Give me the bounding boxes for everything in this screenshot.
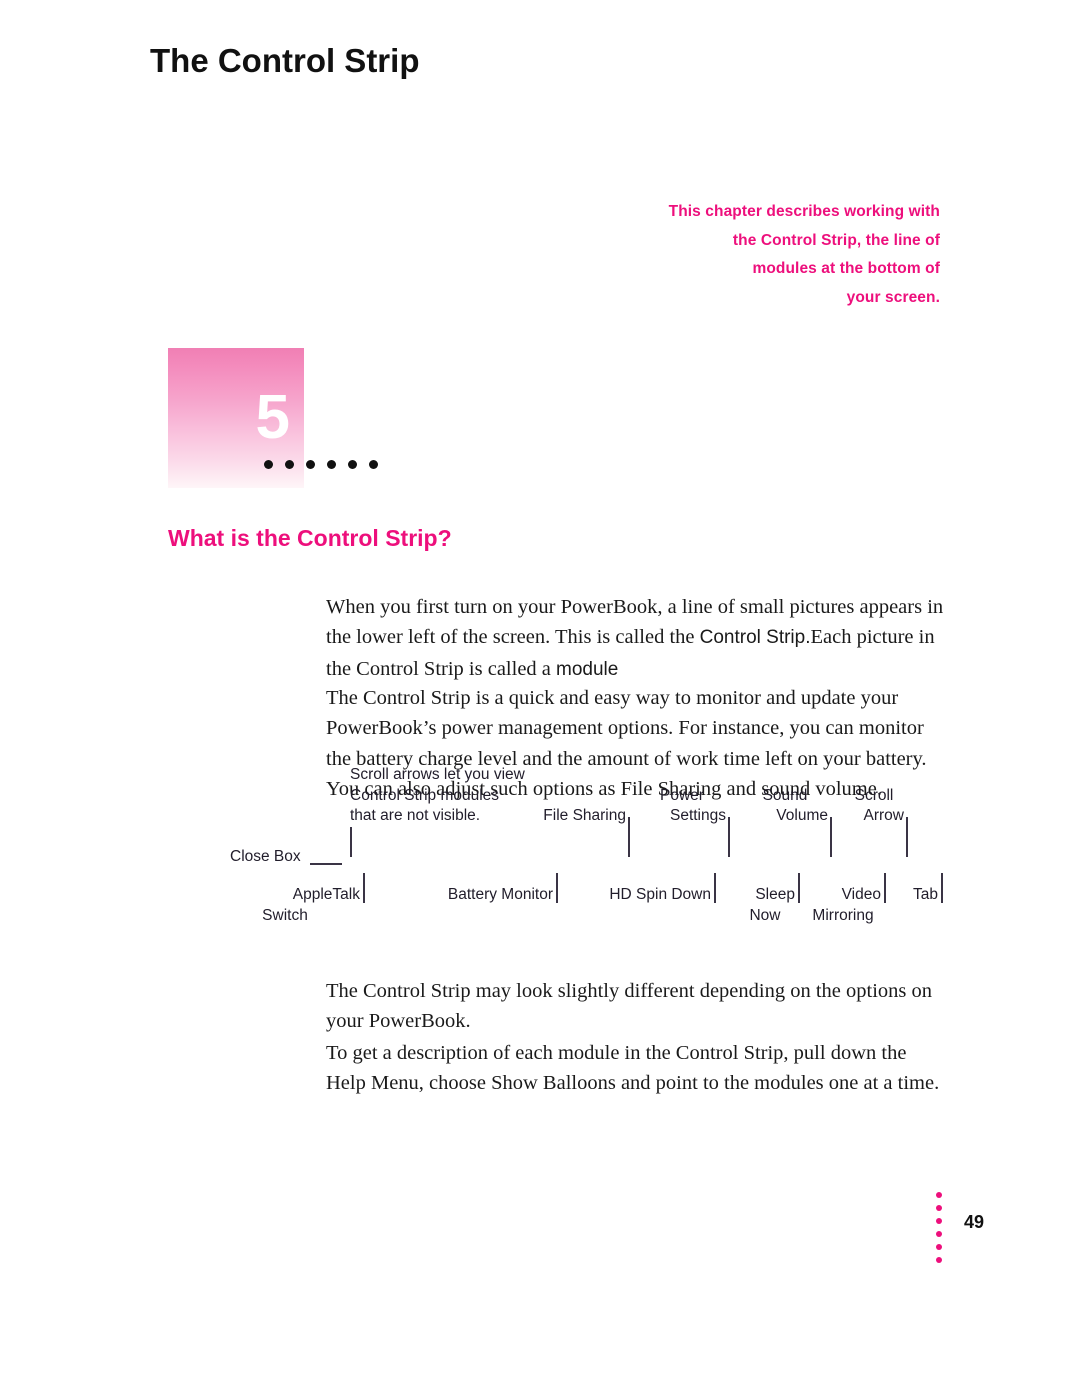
- term-control-strip: Control Strip.: [699, 627, 811, 648]
- chapter-title: The Control Strip: [150, 42, 420, 79]
- callout-leader-tab: [941, 873, 943, 903]
- callout-leader-sleep-now: [798, 873, 800, 903]
- callout-label-scroll-arrows-line1: Scroll arrows let you view: [350, 766, 525, 783]
- intro-blurb-line-4: your screen.: [846, 288, 940, 306]
- footer-dot: [936, 1257, 942, 1263]
- section-heading: What is the Control Strip?: [168, 525, 452, 551]
- intro-blurb-line-1: This chapter describes working with: [668, 203, 940, 220]
- callout-label-scroll-arrows-line3: that are not visible.: [350, 807, 481, 824]
- callout-label-video-mirroring-line1: Video: [841, 886, 881, 903]
- callout-label-power-settings-line2: Settings: [669, 807, 726, 824]
- callout-label-close-box: Close Box: [230, 848, 301, 865]
- chapter-dot: [348, 460, 357, 469]
- callout-label-appletalk-switch-line2: Switch: [262, 906, 308, 924]
- footer-dot: [936, 1205, 942, 1211]
- document-page: This chapter describes working with the …: [0, 0, 1080, 1397]
- callout-label-video-mirroring-line2: Mirroring: [812, 906, 874, 924]
- callout-label-sound-volume-line1: Sound: [762, 786, 808, 804]
- chapter-dot-row: [264, 460, 378, 469]
- callout-leader-video-mirroring: [884, 873, 886, 903]
- callout-label-sound-volume-line2: Volume: [776, 807, 828, 824]
- page-footer: 49: [936, 1190, 1016, 1263]
- callout-label-appletalk-switch-line1: AppleTalk: [292, 886, 360, 903]
- callout-label-power-settings-line1: Power: [660, 786, 704, 804]
- chapter-dot: [264, 460, 273, 469]
- chapter-dot: [327, 460, 336, 469]
- footer-dot: [936, 1192, 942, 1198]
- footer-dot: [936, 1218, 942, 1224]
- callout-leader-scroll-arrow: [906, 817, 908, 857]
- callout-label-scroll-arrows-line2: Control Strip modules: [350, 786, 500, 804]
- callout-label-scroll-arrow-line2: Arrow: [863, 807, 904, 824]
- callout-label-sleep-now-line2: Now: [749, 906, 781, 924]
- paragraph-intro: When you first turn on your PowerBook, a…: [326, 592, 946, 686]
- callout-label-sleep-now-line1: Sleep: [755, 886, 795, 903]
- callout-leader-hd-spin-down: [714, 873, 716, 903]
- footer-dot: [936, 1231, 942, 1237]
- chapter-dot: [285, 460, 294, 469]
- callout-leader-file-sharing: [628, 817, 630, 857]
- footer-dot-column: [936, 1192, 942, 1263]
- chapter-intro-blurb: This chapter describes working with the …: [600, 198, 940, 312]
- term-module: module: [556, 658, 619, 680]
- page-number: 49: [964, 1212, 985, 1232]
- paragraph-balloons: To get a description of each module in t…: [326, 1041, 940, 1095]
- callout-label-tab: Tab: [913, 886, 938, 903]
- callout-label-file-sharing: File Sharing: [543, 807, 626, 824]
- intro-blurb-line-3: modules at the bottom of: [752, 260, 940, 278]
- footer-dot: [936, 1244, 942, 1250]
- chapter-dot: [306, 460, 315, 469]
- callout-label-battery-monitor: Battery Monitor: [447, 886, 553, 903]
- callout-label-scroll-arrow-line1: Scroll: [854, 786, 894, 804]
- callout-leader-power-settings: [728, 817, 730, 857]
- callout-leader-battery-monitor: [556, 873, 558, 903]
- callout-leader-sound-volume: [830, 817, 832, 857]
- callout-leader-appletalk-switch: [363, 873, 365, 903]
- chapter-dot: [369, 460, 378, 469]
- paragraph-variation: The Control Strip may look slightly diff…: [326, 979, 933, 1033]
- callout-label-hd-spin-down: HD Spin Down: [609, 886, 711, 903]
- chapter-heading-block: 5: [168, 348, 378, 488]
- intro-blurb-line-2: the Control Strip, the line of: [732, 231, 940, 249]
- callout-leader-scroll-arrows: [350, 827, 352, 857]
- callout-leader-close-box: [310, 863, 342, 865]
- control-strip-callout-diagram: Scroll arrows let you view Control Strip…: [230, 755, 950, 945]
